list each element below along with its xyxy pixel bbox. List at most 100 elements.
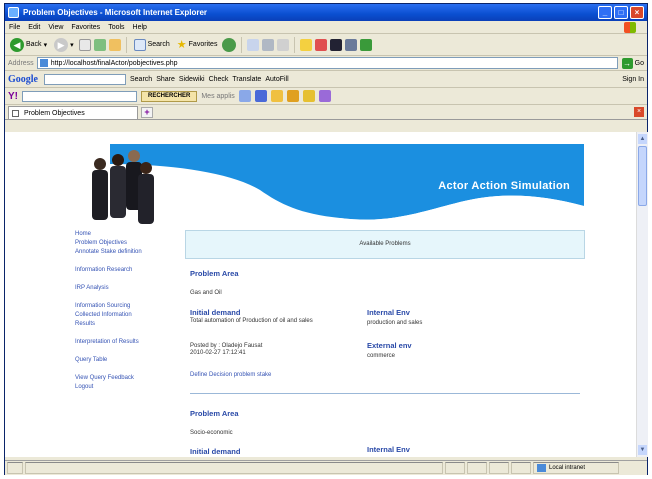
- stop-icon[interactable]: [78, 38, 91, 51]
- problem-card: Problem Area Socio-economic Initial dema…: [185, 399, 585, 457]
- music-icon[interactable]: [302, 90, 315, 102]
- scroll-up-icon[interactable]: ▲: [638, 134, 647, 144]
- nav-problem-objectives[interactable]: Problem Objectives: [75, 239, 175, 248]
- title-bar: Problem Objectives - Microsoft Internet …: [5, 4, 647, 21]
- media-icon[interactable]: [222, 37, 237, 52]
- status-pane: [489, 462, 509, 474]
- toolbar-icon[interactable]: [238, 90, 251, 102]
- nav-annotate-stake[interactable]: Annotate Stake definition: [75, 248, 175, 257]
- external-env-value: commerce: [367, 353, 396, 359]
- nav-spacer: [75, 329, 175, 338]
- menu-bar: File Edit View Favorites Tools Help: [5, 21, 647, 34]
- print-icon[interactable]: [262, 38, 275, 51]
- problem-card: Problem Area Gas and Oil Initial demand …: [185, 259, 585, 399]
- menu-view[interactable]: View: [48, 24, 63, 31]
- google-share-button[interactable]: Share: [156, 76, 175, 83]
- address-url: http://localhost/finalActor/pobjectives.…: [50, 59, 178, 67]
- status-pane: [511, 462, 531, 474]
- messenger-icon[interactable]: [330, 38, 343, 51]
- yahoo-search-input[interactable]: [22, 90, 137, 102]
- problem-area-label: Problem Area: [190, 269, 239, 278]
- vertical-scrollbar[interactable]: ▲ ▼: [636, 132, 648, 457]
- nav-results[interactable]: Results: [75, 320, 175, 329]
- posted-date: 2010-02-27 17:12:41: [190, 350, 246, 356]
- google-translate-button[interactable]: Translate: [232, 76, 261, 83]
- extras-icon[interactable]: [318, 90, 331, 102]
- toolbar-separator: [241, 36, 243, 53]
- status-bar: Local intranet: [5, 460, 647, 475]
- nav-logout[interactable]: Logout: [75, 383, 175, 392]
- maximize-button[interactable]: □: [614, 6, 628, 19]
- nav-query-table[interactable]: Query Table: [75, 356, 175, 365]
- nav-irp-analysis[interactable]: IRP Analysis: [75, 284, 175, 293]
- nav-interpretation-results[interactable]: Interpretation of Results: [75, 338, 175, 347]
- menu-edit[interactable]: Edit: [28, 24, 40, 31]
- tool-icon[interactable]: [345, 38, 358, 51]
- address-input[interactable]: http://localhost/finalActor/pobjectives.…: [36, 57, 618, 69]
- toolbar-separator: [294, 36, 296, 53]
- google-sidewiki-button[interactable]: Sidewiki: [179, 76, 205, 83]
- refresh-icon[interactable]: [93, 38, 106, 51]
- define-stake-link[interactable]: Define Decision problem stake: [190, 372, 271, 378]
- nav-view-query-feedback[interactable]: View Query Feedback: [75, 374, 175, 383]
- divider: [190, 393, 580, 394]
- problem-area-value: Socio-economic: [190, 430, 233, 436]
- folder-icon[interactable]: [300, 38, 313, 51]
- minimize-button[interactable]: _: [598, 6, 612, 19]
- status-pane: [467, 462, 487, 474]
- menu-help[interactable]: Help: [133, 24, 147, 31]
- search-icon: [133, 38, 146, 51]
- scroll-down-icon[interactable]: ▼: [638, 445, 647, 455]
- google-search-input[interactable]: [44, 73, 126, 85]
- nav-spacer: [75, 275, 175, 284]
- page-icon: [12, 109, 19, 117]
- tab-problem-objectives[interactable]: Problem Objectives: [8, 106, 138, 119]
- nav-home[interactable]: Home: [75, 230, 175, 239]
- close-button[interactable]: ×: [630, 6, 644, 19]
- mail-icon[interactable]: [247, 38, 260, 51]
- initial-demand-value: Total automation of Production of oil an…: [190, 318, 313, 324]
- menu-file[interactable]: File: [9, 24, 20, 31]
- internal-env-label: Internal Env: [367, 308, 410, 317]
- game-icon[interactable]: [286, 90, 299, 102]
- yahoo-logo: Y!: [8, 90, 18, 102]
- search-button[interactable]: Search: [132, 38, 172, 52]
- nav-information-sourcing[interactable]: Information Sourcing: [75, 302, 175, 311]
- menu-tools[interactable]: Tools: [108, 24, 124, 31]
- yahoo-myapps-button[interactable]: Mes applis: [201, 93, 234, 100]
- new-tab-button[interactable]: +: [141, 107, 153, 118]
- edit-icon[interactable]: [277, 38, 290, 51]
- smiley-icon[interactable]: [270, 90, 283, 102]
- menu-favorites[interactable]: Favorites: [71, 24, 100, 31]
- nav-information-research[interactable]: Information Research: [75, 266, 175, 275]
- google-check-button[interactable]: Check: [209, 76, 229, 83]
- banner-title: Actor Action Simulation: [438, 180, 570, 192]
- page-icon: [39, 59, 48, 67]
- research-icon[interactable]: [315, 38, 328, 51]
- scroll-thumb[interactable]: [638, 146, 647, 206]
- plugin-icon[interactable]: [360, 38, 373, 51]
- mail-icon[interactable]: [254, 90, 267, 102]
- google-signin-button[interactable]: Sign In: [622, 76, 644, 83]
- toolbar-separator: [125, 36, 127, 53]
- google-search-button[interactable]: Search: [130, 76, 152, 83]
- side-navigation: Home Problem Objectives Annotate Stake d…: [75, 230, 175, 392]
- google-autofill-button[interactable]: AutoFill: [265, 76, 288, 83]
- favorites-button[interactable]: ★ Favorites: [175, 37, 220, 52]
- back-button[interactable]: ◀ Back ▾: [8, 37, 49, 53]
- tab-bar: Problem Objectives + ×: [5, 105, 647, 120]
- forward-button[interactable]: ▶ ▾: [52, 37, 76, 53]
- external-env-label: External env: [367, 341, 412, 350]
- nav-collected-information[interactable]: Collected Information: [75, 311, 175, 320]
- home-icon[interactable]: [108, 38, 121, 51]
- internal-env-value: production and sales: [367, 320, 423, 326]
- yahoo-toolbar: Y! RECHERCHER Mes applis: [5, 88, 647, 105]
- nav-spacer: [75, 365, 175, 374]
- yahoo-search-button[interactable]: RECHERCHER: [141, 90, 198, 102]
- intranet-icon: [537, 464, 546, 472]
- google-toolbar: Google Search Share Sidewiki Check Trans…: [5, 71, 647, 88]
- go-button[interactable]: → Go: [621, 57, 644, 69]
- close-tab-icon[interactable]: ×: [634, 107, 644, 117]
- star-icon: ★: [176, 39, 187, 51]
- internal-env-label: Internal Env: [367, 445, 410, 454]
